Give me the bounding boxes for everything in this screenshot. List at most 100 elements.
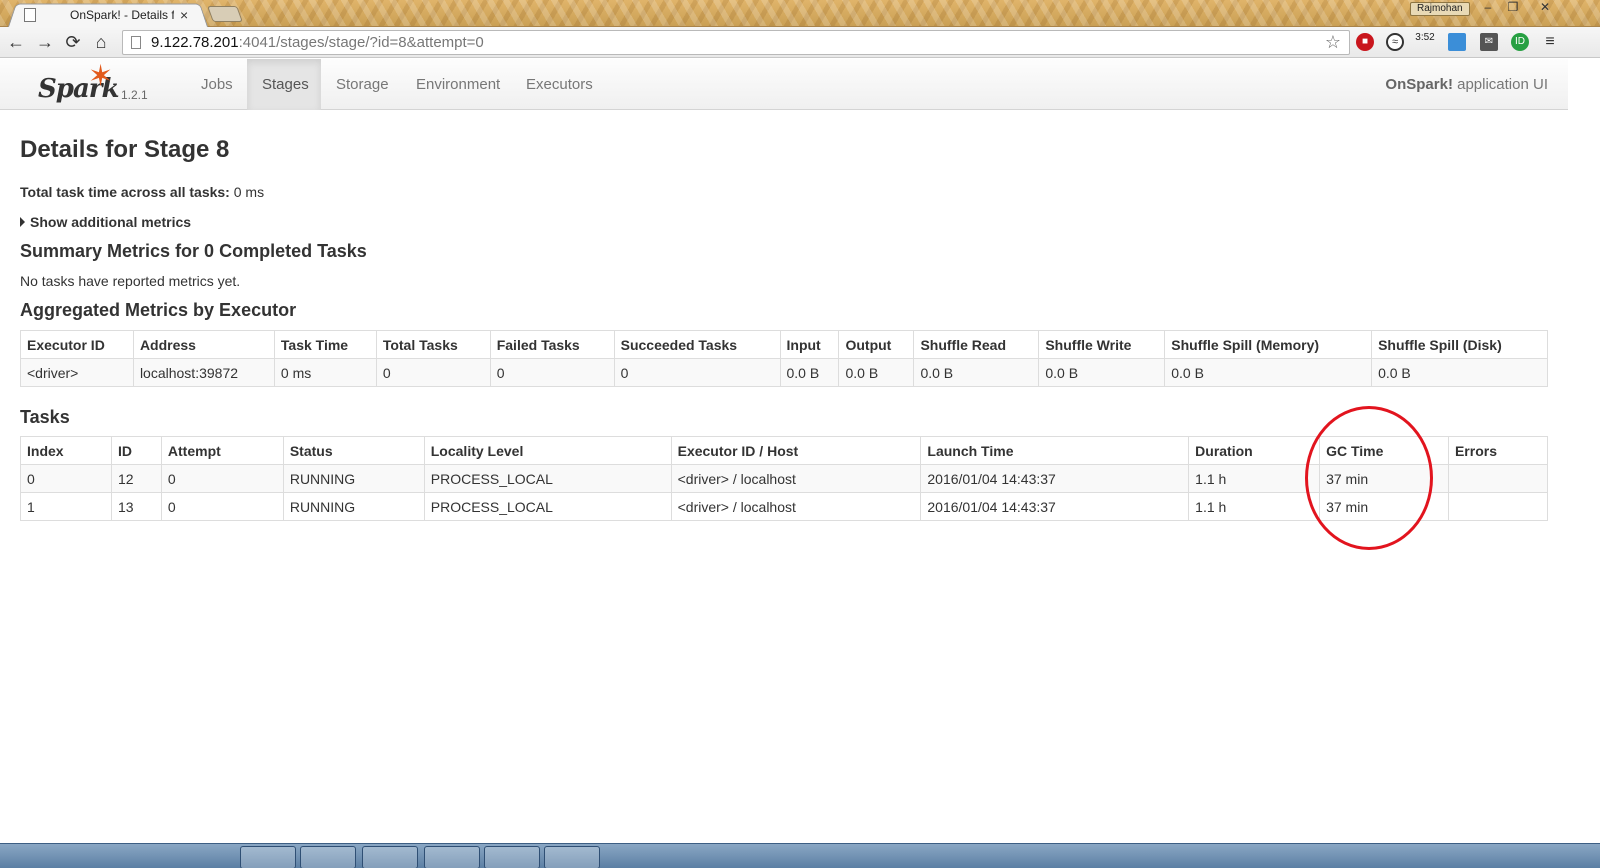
spark-star-icon: ✶	[88, 60, 114, 93]
address-bar[interactable]: 9.122.78.201:4041/stages/stage/?id=8&att…	[122, 30, 1350, 55]
taskbar-item[interactable]	[300, 846, 356, 868]
table-cell: PROCESS_LOCAL	[423, 492, 672, 521]
show-additional-metrics-toggle[interactable]: Show additional metrics	[20, 214, 191, 230]
table-cell: 0.0 B	[1038, 358, 1166, 387]
table-cell: 13	[110, 492, 162, 521]
tasks-heading: Tasks	[20, 407, 70, 427]
maximize-icon[interactable]: ❐	[1500, 1, 1526, 16]
profile-badge[interactable]: Rajmohan	[1410, 2, 1470, 16]
browser-toolbar: ← → ⟳ ⌂ 9.122.78.201:4041/stages/stage/?…	[0, 27, 1600, 58]
column-header[interactable]: Attempt	[160, 436, 284, 465]
minimize-icon[interactable]: –	[1475, 1, 1501, 16]
table-cell	[1447, 464, 1549, 493]
table-cell: <driver>	[20, 358, 134, 387]
nav-jobs[interactable]: Jobs	[186, 59, 248, 110]
app-name-label: OnSpark! application UI	[1385, 59, 1548, 110]
table-cell: 1.1 h	[1188, 492, 1321, 521]
sync-extension-icon[interactable]: ≈	[1386, 33, 1404, 51]
column-header[interactable]: Index	[20, 436, 112, 465]
column-header[interactable]: Errors	[1447, 436, 1549, 465]
bookmark-star-icon[interactable]: ☆	[1325, 32, 1341, 53]
column-header[interactable]: Input	[779, 330, 840, 359]
taskbar-item[interactable]	[424, 846, 480, 868]
no-tasks-message: No tasks have reported metrics yet.	[20, 273, 241, 289]
new-tab-button[interactable]	[207, 6, 243, 22]
column-header[interactable]: Executor ID	[20, 330, 134, 359]
table-cell: 0	[160, 492, 284, 521]
column-header[interactable]: Succeeded Tasks	[613, 330, 781, 359]
table-cell: 2016/01/04 14:43:37	[920, 464, 1190, 493]
taskbar-item[interactable]	[544, 846, 600, 868]
table-cell: 0 ms	[273, 358, 377, 387]
taskbar-item[interactable]	[484, 846, 540, 868]
table-cell: 0.0 B	[913, 358, 1040, 387]
table-cell: RUNNING	[282, 492, 425, 521]
column-header[interactable]: Shuffle Read	[913, 330, 1040, 359]
column-header[interactable]: GC Time	[1319, 436, 1449, 465]
spark-logo[interactable]: Spark ✶ 1.2.1	[38, 60, 158, 107]
table-cell: 0.0 B	[779, 358, 840, 387]
tab-close-icon[interactable]: ×	[180, 7, 188, 23]
app-name-suffix: application UI	[1452, 76, 1548, 93]
table-cell: 0	[160, 464, 284, 493]
taskbar-item[interactable]	[362, 846, 418, 868]
calendar-extension-icon[interactable]	[1448, 33, 1466, 51]
table-cell: 1.1 h	[1188, 464, 1321, 493]
table-cell: 0	[20, 464, 112, 493]
page-favicon-icon	[24, 8, 36, 22]
url-path: :4041/stages/stage/?id=8&attempt=0	[238, 34, 484, 51]
table-row: 0 12 0 RUNNING PROCESS_LOCAL <driver> / …	[20, 464, 1549, 493]
column-header[interactable]: Duration	[1188, 436, 1321, 465]
app-name: OnSpark!	[1385, 76, 1453, 93]
table-row: 1 13 0 RUNNING PROCESS_LOCAL <driver> / …	[20, 492, 1549, 521]
id-extension-icon[interactable]: ID	[1511, 33, 1529, 51]
mail-extension-icon[interactable]: ✉	[1480, 33, 1498, 51]
browser-menu-icon[interactable]: ≡	[1542, 33, 1558, 51]
reload-icon[interactable]: ⟳	[62, 31, 84, 53]
browser-tab[interactable]: OnSpark! - Details f ×	[12, 3, 204, 27]
os-taskbar	[0, 843, 1600, 868]
tasks-table: Index ID Attempt Status Locality Level E…	[20, 436, 1549, 521]
nav-storage[interactable]: Storage	[321, 59, 404, 110]
column-header[interactable]: Locality Level	[423, 436, 672, 465]
column-header[interactable]: Shuffle Write	[1038, 330, 1166, 359]
column-header[interactable]: ID	[110, 436, 162, 465]
column-header[interactable]: Address	[132, 330, 275, 359]
column-header[interactable]: Executor ID / Host	[670, 436, 922, 465]
table-header-row: Index ID Attempt Status Locality Level E…	[20, 436, 1549, 465]
table-header-row: Executor ID Address Task Time Total Task…	[20, 330, 1548, 359]
window-close-icon[interactable]: ✕	[1530, 1, 1560, 16]
column-header[interactable]: Status	[282, 436, 425, 465]
forward-arrow-icon[interactable]: →	[34, 31, 56, 53]
total-task-time-value: 0 ms	[229, 184, 265, 200]
page-title: Details for Stage 8	[20, 136, 230, 163]
column-header[interactable]: Output	[838, 330, 915, 359]
nav-environment[interactable]: Environment	[401, 59, 515, 110]
taskbar-item[interactable]	[240, 846, 296, 868]
back-arrow-icon[interactable]: ←	[5, 31, 27, 53]
table-cell: 12	[110, 464, 162, 493]
page-scrollbar[interactable]	[1568, 59, 1600, 843]
column-header[interactable]: Task Time	[273, 330, 377, 359]
table-cell: RUNNING	[282, 464, 425, 493]
clock-extension-icon[interactable]: 3:52	[1414, 33, 1436, 51]
nav-stages[interactable]: Stages	[247, 59, 321, 110]
column-header[interactable]: Failed Tasks	[489, 330, 615, 359]
browser-titlebar: OnSpark! - Details f × Rajmohan – ❐ ✕	[0, 0, 1600, 28]
total-task-time: Total task time across all tasks: 0 ms	[20, 184, 264, 200]
table-cell: <driver> / localhost	[670, 464, 922, 493]
home-icon[interactable]: ⌂	[90, 31, 112, 53]
column-header[interactable]: Shuffle Spill (Disk)	[1371, 330, 1548, 359]
stop-extension-icon[interactable]: ■	[1356, 33, 1374, 51]
table-cell: 2016/01/04 14:43:37	[920, 492, 1190, 521]
table-cell: 1	[20, 492, 112, 521]
tab-title: OnSpark! - Details f	[70, 8, 174, 22]
summary-metrics-heading: Summary Metrics for 0 Completed Tasks	[20, 241, 367, 261]
column-header[interactable]: Shuffle Spill (Memory)	[1164, 330, 1373, 359]
table-cell: 0	[613, 358, 781, 387]
column-header[interactable]: Total Tasks	[375, 330, 491, 359]
aggregated-metrics-heading: Aggregated Metrics by Executor	[20, 300, 297, 320]
nav-executors[interactable]: Executors	[511, 59, 608, 110]
table-cell: 0	[489, 358, 615, 387]
column-header[interactable]: Launch Time	[920, 436, 1190, 465]
